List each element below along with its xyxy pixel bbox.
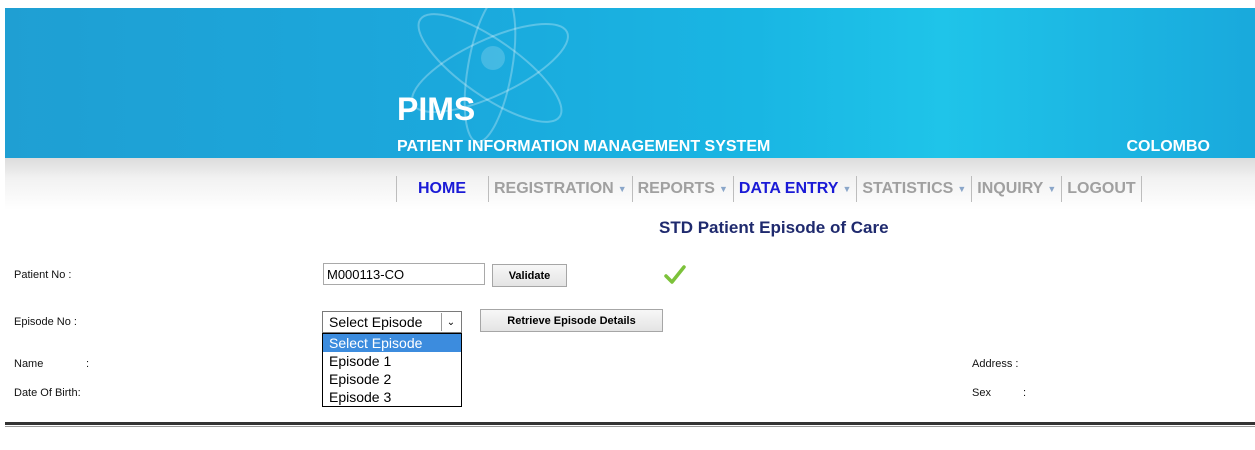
checkmark-icon — [664, 265, 686, 284]
dob-label: Date Of Birth: — [14, 387, 81, 399]
episode-option[interactable]: Select Episode — [323, 334, 461, 352]
patient-no-label: Patient No : — [14, 269, 72, 281]
episode-dropdown-list: Select Episode Episode 1 Episode 2 Episo… — [322, 333, 462, 407]
chevron-down-icon: ▼ — [842, 184, 852, 194]
app-name: PIMS — [397, 91, 476, 127]
chevron-down-icon: ▼ — [1047, 184, 1057, 194]
chevron-down-icon: ▼ — [718, 184, 728, 194]
nav-item-inquiry[interactable]: INQUIRY ▼ — [972, 180, 1061, 198]
nav-item-home[interactable]: HOME — [397, 180, 488, 198]
episode-option[interactable]: Episode 1 — [323, 352, 461, 370]
nav-item-label: STATISTICS — [862, 180, 954, 197]
nav-item-registration[interactable]: REGISTRATION ▼ — [489, 180, 632, 198]
nav-item-label: REGISTRATION — [494, 180, 614, 197]
retrieve-episode-details-button[interactable]: Retrieve Episode Details — [480, 309, 663, 332]
nav-item-label: REPORTS — [637, 180, 715, 197]
chevron-down-icon[interactable]: ⌄ — [441, 313, 460, 331]
sex-label: Sex — [972, 387, 991, 399]
nav-item-label: HOME — [418, 180, 466, 197]
validate-button[interactable]: Validate — [492, 264, 567, 287]
episode-select[interactable]: Select Episode ⌄ — [322, 311, 462, 333]
nav-item-label: DATA ENTRY — [738, 180, 839, 197]
main-nav: HOME REGISTRATION ▼ REPORTS ▼ DATA ENTRY… — [396, 175, 1142, 203]
nav-item-label: INQUIRY — [977, 180, 1044, 197]
location-label: COLOMBO — [1126, 138, 1210, 155]
patient-no-input[interactable] — [323, 263, 485, 285]
section-divider-shadow — [5, 426, 1255, 427]
section-divider — [5, 422, 1255, 425]
app-header: PIMS PATIENT INFORMATION MANAGEMENT SYST… — [5, 8, 1255, 158]
nav-separator — [1140, 176, 1142, 202]
nav-item-logout[interactable]: LOGOUT — [1062, 180, 1140, 198]
page-title: STD Patient Episode of Care — [659, 218, 889, 237]
nav-item-data-entry[interactable]: DATA ENTRY ▼ — [734, 180, 856, 198]
address-label: Address : — [972, 358, 1019, 370]
chevron-down-icon: ▼ — [957, 184, 967, 194]
nav-item-reports[interactable]: REPORTS ▼ — [633, 180, 733, 198]
sex-colon: : — [1023, 387, 1027, 399]
nav-item-statistics[interactable]: STATISTICS ▼ — [857, 180, 971, 198]
episode-option[interactable]: Episode 3 — [323, 388, 461, 406]
chevron-down-icon: ▼ — [617, 184, 627, 194]
atom-logo-icon — [411, 8, 569, 143]
name-label: Name — [14, 358, 44, 370]
name-colon: : — [86, 358, 90, 370]
episode-no-label: Episode No : — [14, 316, 77, 328]
app-subtitle: PATIENT INFORMATION MANAGEMENT SYSTEM — [397, 138, 771, 155]
episode-select-value: Select Episode — [329, 314, 423, 330]
episode-option[interactable]: Episode 2 — [323, 370, 461, 388]
nav-item-label: LOGOUT — [1067, 180, 1136, 197]
